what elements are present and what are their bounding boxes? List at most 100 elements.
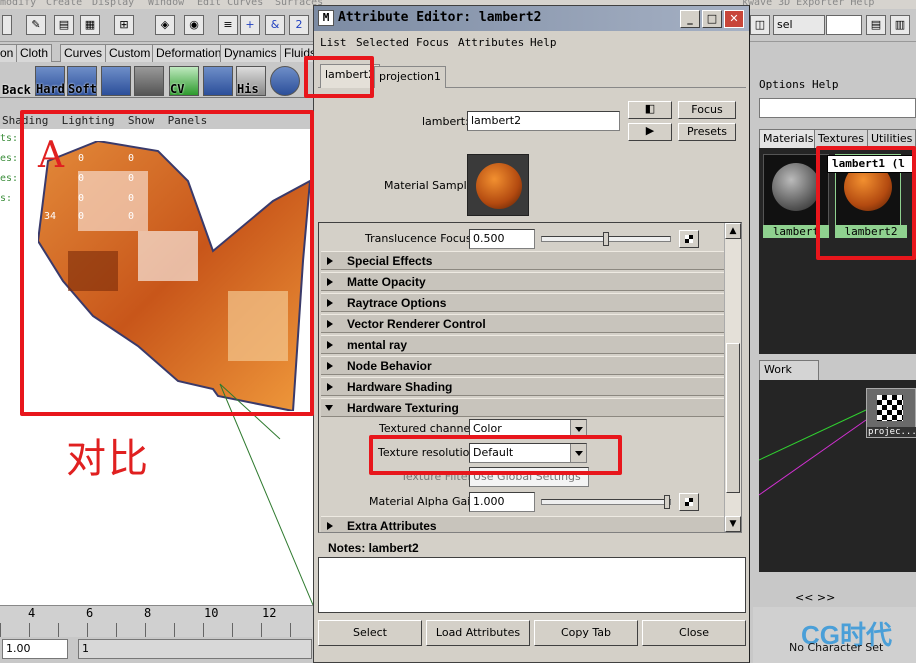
- alpha-slider-thumb[interactable]: [664, 495, 670, 509]
- shelf-tabs: on Cloth Curves Custom Deformation Dynam…: [0, 42, 321, 62]
- snap-curve-icon[interactable]: &: [265, 15, 285, 35]
- cv-shelf-icon[interactable]: CV: [169, 66, 199, 96]
- close-button[interactable]: Close: [642, 620, 746, 646]
- input-connections-icon[interactable]: ◧: [628, 101, 672, 119]
- snap-grid-icon[interactable]: +: [240, 15, 260, 35]
- frame-hardware-shading[interactable]: Hardware Shading: [321, 377, 725, 396]
- save-scene-icon[interactable]: ▦: [80, 15, 100, 35]
- select-object-icon[interactable]: ◈: [155, 15, 175, 35]
- hud-label-2: es:: [0, 173, 19, 184]
- menu-focus[interactable]: Focus: [416, 36, 449, 49]
- shelf-icon-8[interactable]: [270, 66, 300, 96]
- ae-titlebar[interactable]: M Attribute Editor: lambert2 _ □ ✕: [314, 6, 749, 31]
- shelf-tab-deformation[interactable]: Deformation: [152, 44, 226, 62]
- time-slider[interactable]: 4 6 8 10 12: [0, 605, 313, 637]
- shelf-icon-6[interactable]: [203, 66, 233, 96]
- tab-materials[interactable]: Materials: [759, 129, 818, 148]
- menu-list[interactable]: List: [320, 36, 347, 49]
- alpha-gain-slider[interactable]: [541, 495, 671, 509]
- notes-label: Notes: lambert2: [328, 541, 419, 555]
- frame-matte-opacity[interactable]: Matte Opacity: [321, 272, 725, 291]
- translucence-map-icon[interactable]: [679, 230, 699, 248]
- shelf-icon-3[interactable]: [101, 66, 131, 96]
- menu-modify[interactable]: modify: [0, 0, 36, 8]
- nav-arrows[interactable]: << >>: [795, 591, 835, 604]
- open-scene-icon[interactable]: ▤: [54, 15, 74, 35]
- select-button[interactable]: Select: [318, 620, 422, 646]
- work-area-graph[interactable]: projec...: [759, 380, 916, 572]
- attribute-scrollbar[interactable]: ▲ ▼: [724, 223, 741, 532]
- shelf-tab-dynamics[interactable]: Dynamics: [220, 44, 281, 62]
- tab-work-area[interactable]: Work Area: [759, 360, 819, 394]
- hypershade-tabs: Materials Textures Utilities: [755, 126, 916, 148]
- alpha-gain-field[interactable]: 1.000: [469, 492, 535, 512]
- hard-shelf-icon[interactable]: Hard: [35, 66, 65, 96]
- hypershade-menubar[interactable]: Options Help: [755, 76, 916, 94]
- frame-label-matte-opacity: Matte Opacity: [347, 275, 426, 289]
- translucence-slider-thumb[interactable]: [603, 232, 609, 246]
- output-connections-icon[interactable]: ▶: [628, 123, 672, 141]
- expand-arrow-icon: [327, 299, 333, 307]
- menu-exporter-help[interactable]: kwave 3D Exporter Help: [742, 0, 874, 8]
- menu-help[interactable]: Help: [530, 36, 557, 49]
- translucence-focus-field[interactable]: 0.500: [469, 229, 535, 249]
- snap-point-icon[interactable]: 2: [289, 15, 309, 35]
- attribute-editor-window: M Attribute Editor: lambert2 _ □ ✕ List …: [313, 5, 750, 663]
- menu-attributes[interactable]: Attributes: [458, 36, 524, 49]
- shelf-tab-curves[interactable]: Curves: [60, 44, 107, 62]
- scroll-up-icon[interactable]: ▲: [725, 223, 741, 239]
- render-icon[interactable]: ◫: [750, 15, 770, 35]
- projection-node[interactable]: projec...: [866, 388, 916, 438]
- maximize-icon[interactable]: □: [702, 10, 722, 28]
- range-bar[interactable]: 1: [78, 639, 312, 659]
- select-component-icon[interactable]: ◉: [184, 15, 204, 35]
- translucence-focus-slider[interactable]: [541, 232, 671, 246]
- focus-button[interactable]: Focus: [678, 101, 736, 119]
- alpha-gain-map-icon[interactable]: [679, 493, 699, 511]
- frame-label-raytrace-options: Raytrace Options: [347, 296, 447, 310]
- tick-10: 10: [204, 606, 219, 620]
- back-label: Back: [2, 83, 31, 97]
- hypershade-search[interactable]: [759, 98, 916, 118]
- frame-extra-attributes[interactable]: Extra Attributes: [321, 516, 725, 533]
- node-name-field[interactable]: lambert2: [467, 111, 620, 131]
- shelf-icon-4[interactable]: [134, 66, 164, 96]
- menu-edit-curves[interactable]: Edit Curves: [197, 0, 263, 8]
- shelf-tab-custom[interactable]: Custom: [105, 44, 155, 62]
- frame-node-behavior[interactable]: Node Behavior: [321, 356, 725, 375]
- back-shelf-icon[interactable]: Back: [2, 66, 32, 97]
- tab-projection1[interactable]: projection1: [374, 66, 446, 88]
- copy-tab-button[interactable]: Copy Tab: [534, 620, 638, 646]
- minimize-icon[interactable]: _: [680, 10, 700, 28]
- shelf-tab-cloth[interactable]: Cloth: [16, 44, 53, 62]
- range-start-field[interactable]: 1.00: [2, 639, 68, 659]
- frame-special-effects[interactable]: Special Effects: [321, 251, 725, 270]
- sel-dropdown[interactable]: sel: [773, 15, 825, 35]
- frame-mental-ray[interactable]: mental ray: [321, 335, 725, 354]
- menu-window[interactable]: Window: [148, 0, 184, 8]
- new-scene-icon[interactable]: ✎: [26, 15, 46, 35]
- load-attributes-button[interactable]: Load Attributes: [426, 620, 530, 646]
- soft-shelf-icon[interactable]: Soft: [67, 66, 97, 96]
- frame-hardware-texturing[interactable]: Hardware Texturing: [321, 398, 725, 417]
- frame-raytrace-options[interactable]: Raytrace Options: [321, 293, 725, 312]
- his-shelf-icon[interactable]: His: [236, 66, 266, 96]
- menu-selected[interactable]: Selected: [356, 36, 409, 49]
- frame-label-extra-attributes: Extra Attributes: [347, 519, 437, 533]
- layout-icon[interactable]: ▥: [890, 15, 910, 35]
- notes-textarea[interactable]: [318, 557, 746, 613]
- menu-set-icon[interactable]: ≡: [218, 15, 238, 35]
- hypershade-nav: << >>: [759, 590, 916, 606]
- presets-button[interactable]: Presets: [678, 123, 736, 141]
- character-set-field[interactable]: No Character Set: [789, 641, 883, 654]
- channel-box-icon[interactable]: ▤: [866, 15, 886, 35]
- menu-create[interactable]: Create: [46, 0, 82, 8]
- menu-display[interactable]: Display: [92, 0, 134, 8]
- shelf-tab-on[interactable]: on: [0, 44, 18, 62]
- input-field[interactable]: [826, 15, 862, 35]
- frame-vector-renderer[interactable]: Vector Renderer Control: [321, 314, 725, 333]
- scroll-down-icon[interactable]: ▼: [725, 516, 741, 532]
- select-hierarchy-icon[interactable]: ⊞: [114, 15, 134, 35]
- close-icon[interactable]: ✕: [724, 10, 744, 28]
- scroll-thumb[interactable]: [726, 343, 740, 493]
